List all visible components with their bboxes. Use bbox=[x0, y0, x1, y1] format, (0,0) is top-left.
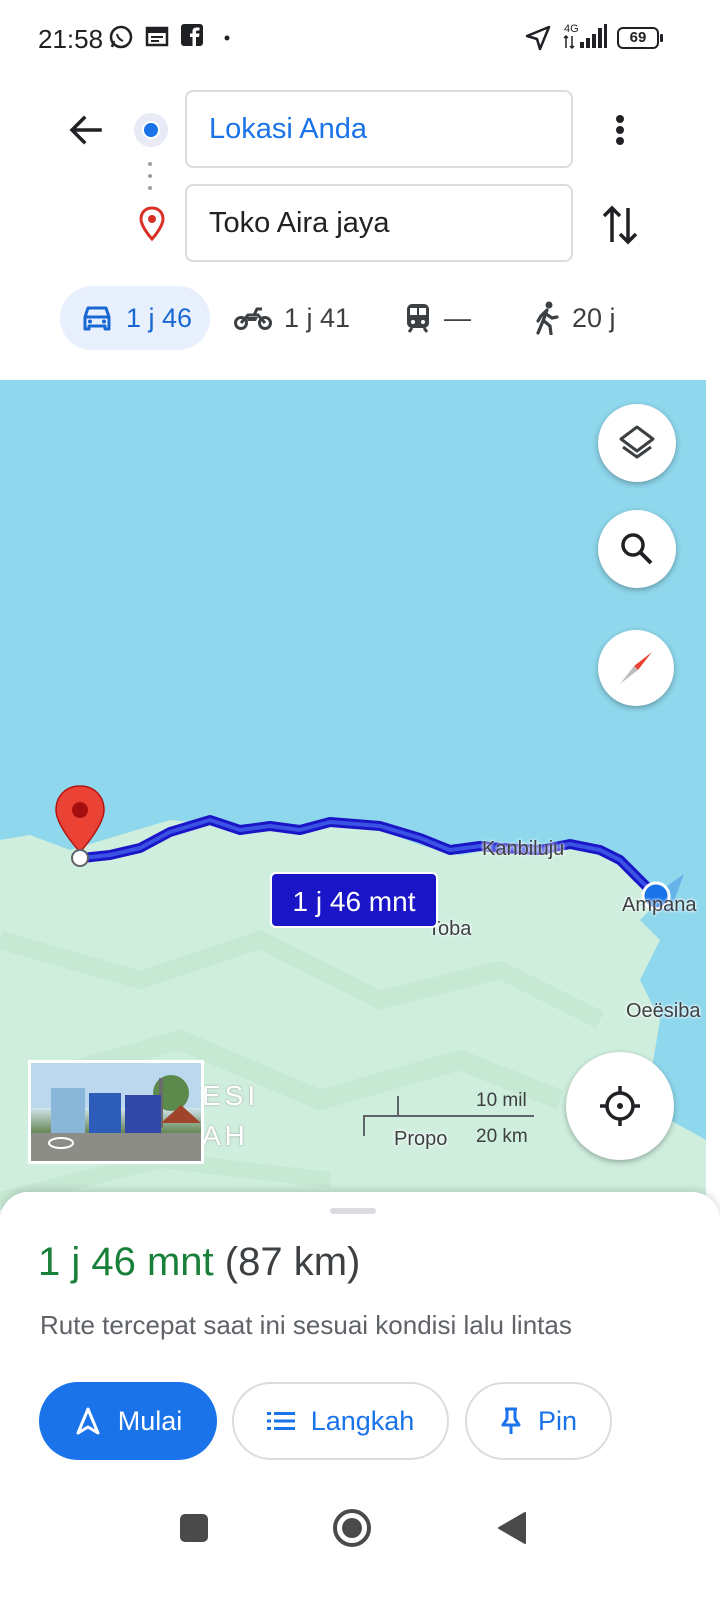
network-label: 4G bbox=[564, 23, 579, 35]
map-scale: 10 mil 20 km bbox=[362, 1084, 538, 1154]
layers-button[interactable] bbox=[598, 404, 676, 482]
tab-walk-label: 20 j bbox=[572, 302, 616, 333]
place-label-kanbiluju: Kanbiluju bbox=[482, 838, 565, 860]
swap-button[interactable] bbox=[598, 198, 642, 252]
status-bar: 21:58 4G 69 bbox=[0, 0, 720, 76]
steps-label: Langkah bbox=[310, 1405, 415, 1436]
route-description: Rute tercepat saat ini sesuai kondisi la… bbox=[40, 1310, 572, 1340]
facebook-icon bbox=[181, 24, 203, 46]
scale-km: 20 km bbox=[476, 1126, 528, 1147]
pin-icon bbox=[501, 1407, 521, 1434]
start-navigation-button[interactable]: Mulai bbox=[39, 1382, 217, 1460]
destination-field[interactable]: Toko Aira jaya bbox=[185, 184, 573, 262]
route-duration: 1 j 46 mnt bbox=[38, 1240, 214, 1284]
signal-4g-icon: 4G bbox=[563, 23, 607, 50]
calendar-icon bbox=[145, 26, 169, 47]
tab-motorcycle-label: 1 j 41 bbox=[284, 302, 351, 333]
map-view[interactable]: Kanbiluju Ampana Toba Oeësiba Propo ESI … bbox=[0, 380, 706, 1210]
map-search-button[interactable] bbox=[598, 510, 676, 588]
street-view-thumbnail[interactable] bbox=[28, 1060, 204, 1164]
travel-mode-tabs: 1 j 46 1 j 41 — 20 j bbox=[0, 286, 720, 350]
more-options-button[interactable] bbox=[598, 106, 642, 154]
scale-miles: 10 mil bbox=[476, 1090, 527, 1111]
region-label-line-1: ESI bbox=[202, 1080, 260, 1111]
more-vert-icon bbox=[616, 115, 624, 145]
list-icon bbox=[266, 1412, 295, 1430]
motorcycle-icon bbox=[234, 307, 272, 330]
layers-icon bbox=[619, 425, 655, 459]
whatsapp-icon bbox=[109, 25, 133, 49]
tab-car-label: 1 j 46 bbox=[126, 302, 193, 333]
home-button[interactable] bbox=[322, 1498, 382, 1558]
search-icon bbox=[621, 533, 653, 565]
route-distance: (87 km) bbox=[224, 1240, 361, 1284]
route-dots-icon bbox=[148, 162, 154, 198]
status-time: 21:58 bbox=[38, 24, 104, 54]
directions-header: Lokasi Anda Toko Aira jaya 1 j 46 1 j 41… bbox=[0, 76, 720, 380]
arrow-back-icon bbox=[69, 115, 102, 145]
steps-button[interactable]: Langkah bbox=[232, 1382, 449, 1460]
my-location-button[interactable] bbox=[566, 1052, 674, 1160]
back-triangle-icon bbox=[498, 1512, 526, 1544]
battery-indicator: 69 bbox=[617, 27, 663, 49]
back-system-button[interactable] bbox=[482, 1498, 542, 1558]
recents-square-icon bbox=[180, 1514, 208, 1542]
gps-crosshair-icon bbox=[600, 1086, 640, 1126]
sheet-drag-handle[interactable] bbox=[330, 1208, 376, 1214]
recents-button[interactable] bbox=[164, 1498, 224, 1558]
tab-transit-label: — bbox=[444, 302, 471, 333]
compass-button[interactable] bbox=[598, 630, 674, 706]
route-summary: 1 j 46 mnt (87 km) bbox=[38, 1240, 360, 1285]
swap-vert-icon bbox=[602, 205, 638, 245]
destination-pin-icon bbox=[139, 206, 165, 242]
dot-icon bbox=[224, 35, 230, 41]
navigation-arrow-icon bbox=[76, 1407, 100, 1435]
origin-dot-icon bbox=[134, 113, 168, 147]
home-circle-icon bbox=[333, 1509, 371, 1547]
location-arrow-icon bbox=[525, 25, 551, 51]
pin-label: Pin bbox=[537, 1405, 578, 1436]
tab-transit[interactable]: — bbox=[404, 286, 494, 350]
region-label-line-2: AH bbox=[202, 1120, 249, 1151]
walk-icon bbox=[536, 301, 559, 335]
place-label-ampana: Ampana bbox=[622, 894, 697, 916]
pin-button[interactable]: Pin bbox=[465, 1382, 612, 1460]
system-navigation-bar bbox=[0, 1480, 720, 1600]
place-label-oeesiba: Oeësiba bbox=[626, 1000, 701, 1022]
origin-field[interactable]: Lokasi Anda bbox=[185, 90, 573, 168]
tab-car[interactable]: 1 j 46 bbox=[60, 286, 210, 350]
compass-icon bbox=[620, 652, 652, 684]
transit-icon bbox=[407, 304, 429, 333]
car-icon bbox=[83, 306, 111, 331]
start-label: Mulai bbox=[117, 1405, 183, 1436]
tab-motorcycle[interactable]: 1 j 41 bbox=[234, 286, 364, 350]
tab-walk[interactable]: 20 j bbox=[534, 286, 644, 350]
street-view-image bbox=[31, 1063, 201, 1161]
back-button[interactable] bbox=[62, 106, 110, 154]
route-duration-badge[interactable]: 1 j 46 mnt bbox=[270, 872, 438, 928]
